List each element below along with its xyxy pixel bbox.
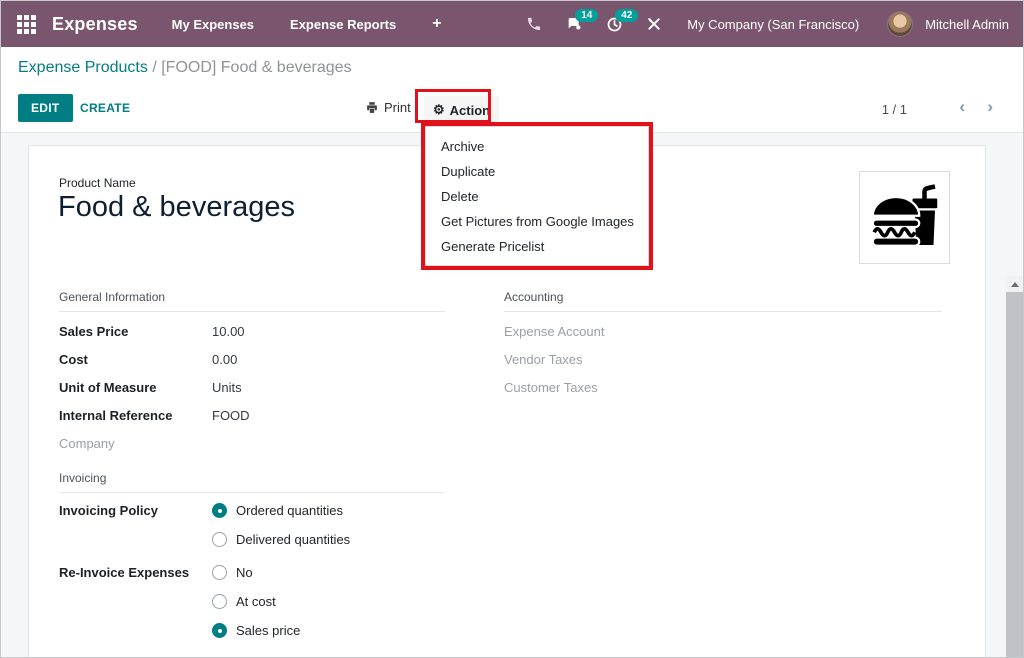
field-expense-account: Expense Account	[504, 317, 942, 345]
product-name: Food & beverages	[58, 191, 295, 224]
print-button[interactable]: Print	[365, 100, 411, 115]
radio-ordered-quantities[interactable]: Ordered quantities	[212, 503, 350, 518]
radio-unselected-icon[interactable]	[212, 532, 227, 547]
product-name-label: Product Name	[59, 176, 136, 190]
pager-counter: 1 / 1	[882, 102, 907, 117]
product-image[interactable]	[859, 171, 950, 264]
plus-icon[interactable]: +	[432, 15, 441, 33]
field-re-invoice-expenses: Re-Invoice Expenses No At cost Sales	[59, 565, 445, 638]
field-vendor-taxes: Vendor Taxes	[504, 345, 942, 373]
burger-drink-icon	[869, 182, 941, 254]
user-menu[interactable]: Mitchell Admin	[925, 17, 1009, 32]
field-sales-price: Sales Price 10.00	[59, 317, 445, 345]
section-invoicing: Invoicing Invoicing Policy Ordered quant…	[59, 471, 445, 638]
gear-icon: ⚙	[433, 102, 445, 118]
section-general-information: General Information Sales Price 10.00 Co…	[59, 290, 445, 457]
section-accounting: Accounting Expense Account Vendor Taxes …	[504, 290, 942, 401]
messages-badge: 14	[575, 9, 598, 22]
print-label: Print	[384, 100, 411, 115]
radio-unselected-icon[interactable]	[212, 594, 227, 609]
main-menu: My Expenses Expense Reports +	[172, 15, 442, 33]
tools-icon[interactable]	[639, 11, 669, 37]
menu-item-generate-pricelist[interactable]: Generate Pricelist	[426, 234, 648, 259]
section-title: Invoicing	[59, 471, 445, 493]
field-company: Company	[59, 429, 445, 457]
section-title: Accounting	[504, 290, 942, 312]
field-internal-reference: Internal Reference FOOD	[59, 401, 445, 429]
navbar-systray: 14 42 My Company (San Francisco) Mitchel…	[519, 11, 1023, 37]
radio-delivered-quantities[interactable]: Delivered quantities	[212, 532, 350, 547]
vertical-scrollbar[interactable]	[1006, 276, 1023, 658]
breadcrumb-separator: /	[152, 59, 161, 76]
messages-icon[interactable]: 14	[559, 11, 589, 37]
printer-icon	[365, 101, 379, 114]
control-panel: EDIT CREATE Print ⚙ Action 1 / 1 ‹ ›	[1, 89, 1023, 131]
field-customer-taxes: Customer Taxes	[504, 373, 942, 401]
activities-badge: 42	[615, 9, 638, 22]
menu-item-archive[interactable]: Archive	[426, 134, 648, 159]
action-dropdown-menu: Archive Duplicate Delete Get Pictures fr…	[425, 126, 649, 266]
user-avatar[interactable]	[887, 11, 913, 37]
menu-item-get-pictures[interactable]: Get Pictures from Google Images	[426, 209, 648, 234]
scrollbar-thumb[interactable]	[1006, 292, 1023, 658]
phone-icon[interactable]	[519, 11, 549, 37]
app-title[interactable]: Expenses	[52, 14, 138, 35]
scroll-up-icon[interactable]	[1006, 276, 1023, 292]
pager-previous-icon[interactable]: ‹	[959, 98, 965, 115]
radio-at-cost[interactable]: At cost	[212, 594, 300, 609]
field-unit-of-measure: Unit of Measure Units	[59, 373, 445, 401]
action-label: Action	[450, 103, 490, 118]
breadcrumb-current: [FOOD] Food & beverages	[161, 59, 351, 76]
radio-sales-price[interactable]: Sales price	[212, 623, 300, 638]
menu-item-duplicate[interactable]: Duplicate	[426, 159, 648, 184]
action-button[interactable]: ⚙ Action	[424, 96, 499, 124]
radio-selected-icon[interactable]	[212, 623, 227, 638]
field-invoicing-policy: Invoicing Policy Ordered quantities Deli…	[59, 503, 445, 547]
radio-unselected-icon[interactable]	[212, 565, 227, 580]
field-cost: Cost 0.00	[59, 345, 445, 373]
app-window: Expenses My Expenses Expense Reports + 1…	[0, 0, 1024, 658]
company-switcher[interactable]: My Company (San Francisco)	[687, 17, 859, 32]
create-button[interactable]: CREATE	[80, 101, 130, 115]
edit-button[interactable]: EDIT	[18, 94, 73, 122]
radio-selected-icon[interactable]	[212, 503, 227, 518]
menu-my-expenses[interactable]: My Expenses	[172, 17, 254, 32]
breadcrumb-parent[interactable]: Expense Products	[18, 59, 148, 76]
top-navbar: Expenses My Expenses Expense Reports + 1…	[1, 1, 1023, 47]
pager-next-icon[interactable]: ›	[987, 98, 993, 115]
section-title: General Information	[59, 290, 445, 312]
apps-grid-icon[interactable]	[17, 15, 36, 34]
radio-no[interactable]: No	[212, 565, 300, 580]
menu-expense-reports[interactable]: Expense Reports	[290, 17, 396, 32]
menu-item-delete[interactable]: Delete	[426, 184, 648, 209]
activities-icon[interactable]: 42	[599, 11, 629, 37]
breadcrumb: Expense Products / [FOOD] Food & beverag…	[18, 59, 352, 77]
